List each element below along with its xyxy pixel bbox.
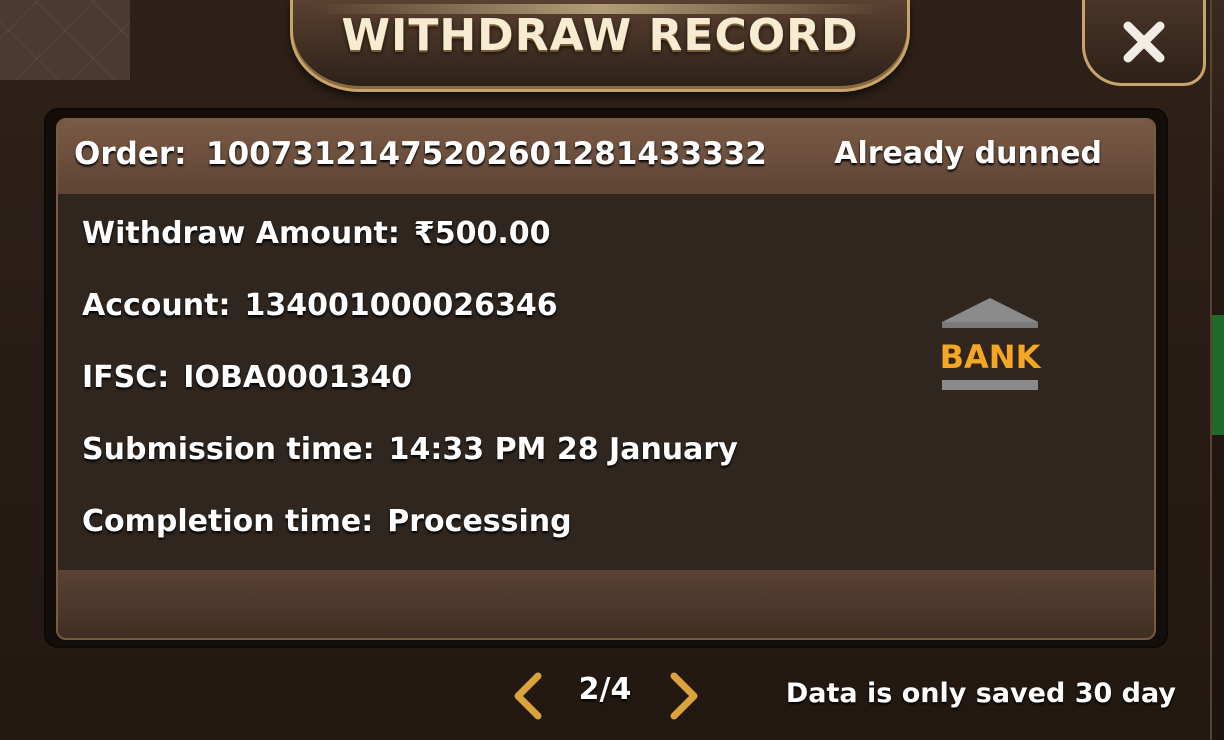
background-strip [1212, 315, 1224, 435]
order-number: 10073121475202601281433332 [206, 136, 767, 172]
account-value: 134001000026346 [244, 288, 558, 323]
completion-time-value: Processing [387, 504, 572, 539]
record-header: Order: 10073121475202601281433332 Alread… [58, 120, 1154, 194]
title-plate: WITHDRAW RECORD [290, 0, 910, 92]
retention-note: Data is only saved 30 day [785, 678, 1176, 709]
bank-label: BANK [940, 338, 1042, 376]
completion-time-label: Completion time: [82, 504, 374, 539]
chevron-right-icon[interactable] [664, 670, 704, 722]
page-indicator: 2/4 [578, 672, 632, 707]
completion-time-row: Completion time: Processing [82, 504, 572, 539]
close-icon [1123, 21, 1165, 62]
withdraw-amount-row: Withdraw Amount: ₹500.00 [82, 216, 551, 251]
withdraw-amount-value: ₹500.00 [413, 216, 551, 251]
bank-icon: BANK [940, 298, 1042, 390]
ifsc-row: IFSC: IOBA0001340 [82, 360, 412, 395]
record-card: Order: 10073121475202601281433332 Alread… [56, 118, 1156, 640]
account-label: Account: [82, 288, 231, 323]
record-footer-band [58, 570, 1154, 638]
ifsc-label: IFSC: [82, 360, 170, 395]
ifsc-value: IOBA0001340 [183, 360, 413, 395]
table-corner-pattern [0, 0, 130, 80]
status-badge: Already dunned [834, 136, 1102, 171]
chevron-left-icon[interactable] [508, 670, 548, 722]
submission-time-label: Submission time: [82, 432, 375, 467]
withdraw-amount-label: Withdraw Amount: [82, 216, 400, 251]
dialog-title: WITHDRAW RECORD [341, 10, 859, 61]
close-button[interactable] [1082, 0, 1206, 86]
order-label: Order: [74, 136, 187, 172]
record-details: Withdraw Amount: ₹500.00 Account: 13400100… [58, 194, 1154, 570]
account-row: Account: 134001000026346 [82, 288, 558, 323]
submission-time-row: Submission time: 14:33 PM 28 January [82, 432, 738, 467]
submission-time-value: 14:33 PM 28 January [388, 432, 738, 467]
